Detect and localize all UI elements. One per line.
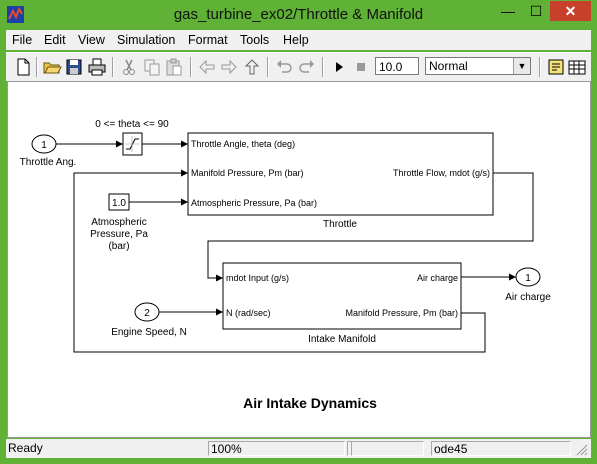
print-icon[interactable]	[87, 57, 107, 77]
throttle-output-label: Throttle Flow, mdot (g/s)	[393, 168, 490, 178]
toolbar-separator	[190, 57, 192, 77]
inport2-number: 2	[144, 308, 150, 319]
constant-label-line2: Pressure, Pa	[90, 229, 148, 240]
menu-simulation[interactable]: Simulation	[117, 33, 175, 47]
status-bar: Ready 100% ode45	[6, 439, 591, 458]
manifold-output2-label: Manifold Pressure, Pm (bar)	[345, 308, 458, 318]
open-icon[interactable]	[42, 57, 62, 77]
status-field-4	[351, 441, 424, 456]
back-icon[interactable]	[197, 57, 217, 77]
paste-icon[interactable]	[164, 57, 184, 77]
menu-bar: File Edit View Simulation Format Tools H…	[6, 30, 591, 50]
saturation-label: 0 <= theta <= 90	[95, 119, 169, 130]
menu-format[interactable]: Format	[188, 33, 228, 47]
cut-icon[interactable]	[119, 57, 139, 77]
toolbar-separator	[322, 57, 324, 77]
saturation-block[interactable]	[122, 132, 143, 156]
library-browser-icon[interactable]	[546, 57, 566, 77]
constant-label-line1: Atmospheric	[91, 217, 147, 228]
model-canvas[interactable]: 1 Throttle Ang. 0 <= theta <= 90 1.0 Atm…	[7, 81, 591, 438]
block-diagram: 1 Throttle Ang. 0 <= theta <= 90 1.0 Atm…	[20, 119, 552, 411]
toolbar-separator	[36, 57, 38, 77]
inport-engine-speed[interactable]: 2	[134, 302, 160, 322]
inport1-number: 1	[41, 140, 47, 151]
title-bar[interactable]: gas_turbine_ex02/Throttle & Manifold — ☐…	[0, 0, 597, 30]
simulation-mode-value: Normal	[429, 59, 468, 73]
solver-name: ode45	[431, 441, 571, 456]
toolbar: 10.0 Normal ▼	[6, 52, 591, 81]
status-text: Ready	[8, 441, 43, 455]
throttle-subsystem[interactable]: Throttle Angle, theta (deg) Manifold Pre…	[187, 132, 494, 216]
zoom-level: 100%	[208, 441, 345, 456]
app-window: gas_turbine_ex02/Throttle & Manifold — ☐…	[0, 0, 597, 464]
model-explorer-icon[interactable]	[567, 57, 587, 77]
close-button[interactable]: ✕	[550, 1, 591, 21]
menu-tools[interactable]: Tools	[240, 33, 269, 47]
save-icon[interactable]	[64, 57, 84, 77]
copy-icon[interactable]	[142, 57, 162, 77]
menu-file[interactable]: File	[12, 33, 32, 47]
throttle-input2-label: Manifold Pressure, Pm (bar)	[191, 168, 304, 178]
toolbar-separator	[539, 57, 541, 77]
minimize-button[interactable]: —	[494, 1, 522, 21]
chevron-down-icon[interactable]: ▼	[513, 58, 530, 74]
maximize-button[interactable]: ☐	[522, 1, 550, 21]
inport-throttle-angle[interactable]: 1	[31, 134, 57, 154]
manifold-input1-label: mdot Input (g/s)	[226, 273, 289, 283]
outport1-number: 1	[525, 273, 531, 284]
toolbar-separator	[267, 57, 269, 77]
redo-icon[interactable]	[297, 57, 317, 77]
outport-air-charge[interactable]: 1	[515, 267, 541, 287]
play-icon[interactable]	[329, 57, 349, 77]
toolbar-separator	[112, 57, 114, 77]
manifold-output1-label: Air charge	[417, 273, 458, 283]
intake-manifold-subsystem[interactable]: mdot Input (g/s) N (rad/sec) Air charge …	[222, 262, 462, 330]
resize-grip-icon[interactable]	[574, 442, 588, 456]
up-icon[interactable]	[242, 57, 262, 77]
simulation-mode-select[interactable]: Normal ▼	[425, 57, 531, 75]
throttle-block-name: Throttle	[323, 219, 357, 230]
constant-label-line3: (bar)	[108, 241, 129, 252]
diagram-annotation: Air Intake Dynamics	[243, 395, 377, 411]
undo-icon[interactable]	[274, 57, 294, 77]
menu-view[interactable]: View	[78, 33, 105, 47]
throttle-input3-label: Atmospheric Pressure, Pa (bar)	[191, 198, 317, 208]
stop-icon[interactable]	[351, 57, 371, 77]
manifold-input2-label: N (rad/sec)	[226, 308, 271, 318]
forward-icon[interactable]	[219, 57, 239, 77]
stop-time-input[interactable]: 10.0	[375, 57, 419, 75]
throttle-input1-label: Throttle Angle, theta (deg)	[191, 139, 295, 149]
menu-edit[interactable]: Edit	[44, 33, 66, 47]
outport1-label: Air charge	[505, 292, 551, 303]
new-icon[interactable]	[13, 57, 33, 77]
inport2-label: Engine Speed, N	[111, 327, 187, 338]
status-spacer	[426, 441, 430, 456]
constant-block[interactable]: 1.0	[108, 193, 130, 211]
inport1-label: Throttle Ang.	[20, 157, 77, 168]
constant-value: 1.0	[112, 198, 126, 209]
manifold-block-name: Intake Manifold	[308, 334, 376, 345]
menu-help[interactable]: Help	[283, 33, 309, 47]
